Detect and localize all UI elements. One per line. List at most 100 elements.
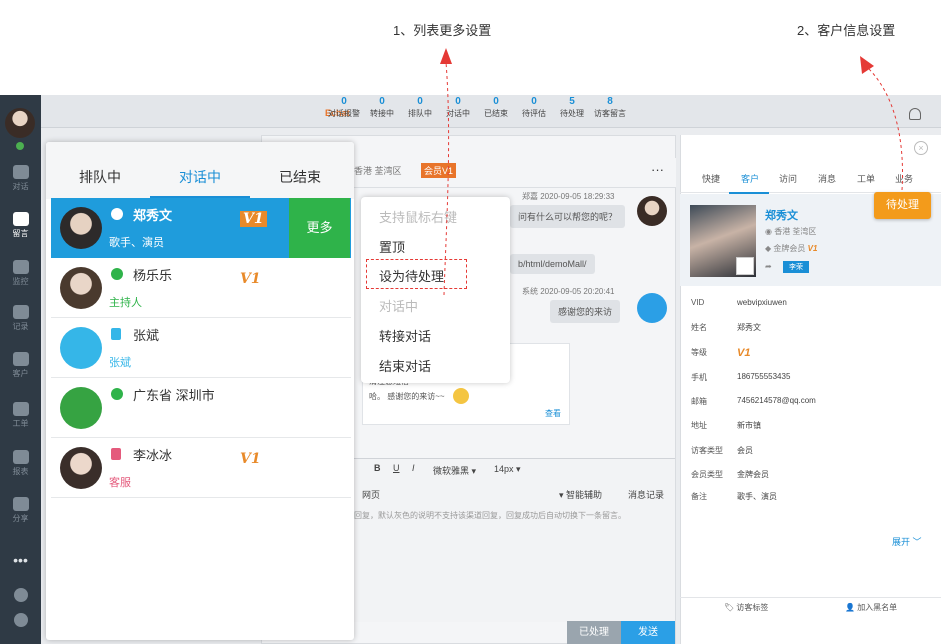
message-bubble: 感谢您的来访 [550, 300, 621, 323]
system-avatar [637, 293, 667, 323]
sidebar-item-label: 对话 [12, 182, 29, 191]
bell-icon[interactable] [909, 108, 921, 120]
sidebar-item-label: 监控 [12, 277, 29, 286]
field-value: 186755553435 [737, 372, 791, 381]
agent-avatar[interactable] [5, 108, 35, 138]
more-button[interactable]: 更多 [289, 198, 350, 258]
smart-assist[interactable]: ▾ 智能辅助 [559, 488, 602, 501]
customer-tag[interactable]: 李荣 [783, 261, 809, 273]
menu-item-5[interactable]: 结束对话 [379, 356, 431, 375]
channel-web[interactable]: 网页 [362, 488, 380, 501]
sidebar-item-1[interactable]: 留言 [0, 212, 41, 239]
tab-shortcuts[interactable]: 快捷 [702, 172, 720, 185]
tab-tickets[interactable]: 工单 [857, 172, 875, 185]
send-button[interactable]: 发送 [621, 621, 675, 644]
close-icon[interactable]: × [914, 141, 928, 155]
contact-subtitle: 歌手、演员 [109, 237, 164, 249]
sidebar-item-label: 客户 [12, 369, 29, 378]
contact-name: 杨乐乐 [133, 268, 173, 283]
tab-messages[interactable]: 消息 [818, 172, 836, 185]
link-bubble[interactable]: b/html/demoMall/ [510, 254, 595, 274]
tab-customer[interactable]: 客户 [741, 172, 759, 185]
power-icon[interactable] [0, 613, 41, 629]
more-icon[interactable]: ••• [0, 552, 41, 568]
stat-active[interactable]: 0 对话中 [439, 96, 477, 126]
blacklist-button[interactable]: 👤 加入黑名单 [845, 602, 897, 613]
sidebar-item-6[interactable]: 报表 [0, 450, 41, 477]
annotation-list-settings: 1、列表更多设置 [393, 23, 492, 38]
customer-name: 郑秀文 [765, 210, 798, 222]
field-label: 备注 [691, 492, 707, 501]
field-label: 地址 [691, 421, 707, 430]
bold-icon[interactable]: B [374, 463, 381, 473]
more-menu-icon[interactable]: ··· [651, 163, 664, 176]
stat-ended[interactable]: 0 已结束 [477, 96, 515, 126]
editor-hint: 回复，默认灰色的说明不支持该渠道回复，回复成功后自动切换下一条留言。 [354, 511, 626, 520]
contact-avatar [60, 387, 102, 429]
field-label: VID [691, 298, 705, 307]
menu-item-4[interactable]: 转接对话 [379, 326, 431, 345]
stat-transfer[interactable]: 0 转接中 [363, 96, 401, 126]
field-value: 新市镇 [737, 421, 761, 430]
sidebar-item-label: 分享 [12, 514, 29, 523]
card-view-link[interactable]: 查看 [545, 408, 561, 419]
annotation-customer-settings: 2、客户信息设置 [797, 23, 896, 38]
sidebar-item-0[interactable]: 对话 [0, 165, 41, 192]
contact-avatar [60, 327, 102, 369]
menu-item-1[interactable]: 置顶 [379, 237, 405, 256]
processed-button[interactable]: 已处理 [567, 621, 621, 644]
contact-name: 郑秀文 [133, 208, 173, 223]
field-value: 郑秀文 [737, 323, 761, 332]
stat-pending[interactable]: 5 待处理 [553, 96, 591, 126]
sidebar-item-4[interactable]: 客户 [0, 352, 41, 379]
field-label: 姓名 [691, 323, 707, 332]
customer-level: ◆ 金牌会员 V1 [765, 244, 818, 253]
stat-alert[interactable]: 0 对话报警 [325, 96, 363, 126]
globe-icon [111, 268, 123, 280]
globe-icon [111, 388, 123, 400]
tab-ended[interactable]: 已结束 [279, 167, 321, 187]
italic-icon[interactable]: I [412, 463, 415, 473]
sidebar-item-5[interactable]: 工单 [0, 402, 41, 429]
sidebar-item-2[interactable]: 监控 [0, 260, 41, 287]
menu-item-0: 支持鼠标右键 [379, 210, 458, 225]
menu-item-3: 对话中 [379, 299, 419, 314]
contact-avatar [60, 447, 102, 489]
message-editor[interactable] [345, 458, 675, 622]
smile-emoji-icon [453, 388, 469, 404]
customer-location: ◉ 香港 荃湾区 [765, 227, 817, 236]
agent-avatar [637, 196, 667, 226]
chat-icon [12, 165, 29, 179]
pie-chart-icon [12, 450, 29, 464]
sidebar-item-label: 留言 [12, 229, 29, 238]
font-select[interactable]: 微软雅黑 ▾ [433, 464, 476, 477]
field-value: 会员 [737, 446, 753, 455]
contact-name: 张斌 [133, 328, 160, 343]
pending-button[interactable]: 待处理 [874, 192, 931, 219]
stat-messages[interactable]: 8 访客留言 [591, 96, 629, 126]
contact-card-icon [12, 352, 29, 366]
size-select[interactable]: 14px ▾ [494, 464, 521, 475]
vip-badge: V1 [240, 211, 267, 227]
tab-business[interactable]: 业务 [895, 172, 913, 185]
chat-location: 香港 荃湾区 [354, 166, 402, 176]
clock-icon [12, 305, 29, 319]
field-value: V1 [737, 347, 751, 359]
field-label: 会员类型 [691, 470, 723, 479]
stat-evaluate[interactable]: 0 待评估 [515, 96, 553, 126]
sidebar-item-3[interactable]: 记录 [0, 305, 41, 332]
tab-visits[interactable]: 访问 [779, 172, 797, 185]
sidebar-item-label: 记录 [12, 322, 29, 331]
tab-queue[interactable]: 排队中 [79, 167, 121, 187]
settings-icon[interactable] [0, 588, 41, 604]
expand-link[interactable]: 展开 ﹀ [892, 535, 922, 548]
visitor-tag-button[interactable]: 🏷 访客标签 [724, 602, 768, 613]
underline-icon[interactable]: U [393, 463, 400, 473]
sidebar-item-7[interactable]: 分享 [0, 497, 41, 524]
vip-badge: V1 [240, 271, 261, 287]
stat-queue[interactable]: 0 排队中 [401, 96, 439, 126]
message-history[interactable]: 消息记录 [628, 488, 664, 501]
tab-active[interactable]: 对话中 [179, 167, 221, 187]
member-badge: 会员V1 [421, 163, 457, 178]
highlight-box [366, 259, 467, 289]
